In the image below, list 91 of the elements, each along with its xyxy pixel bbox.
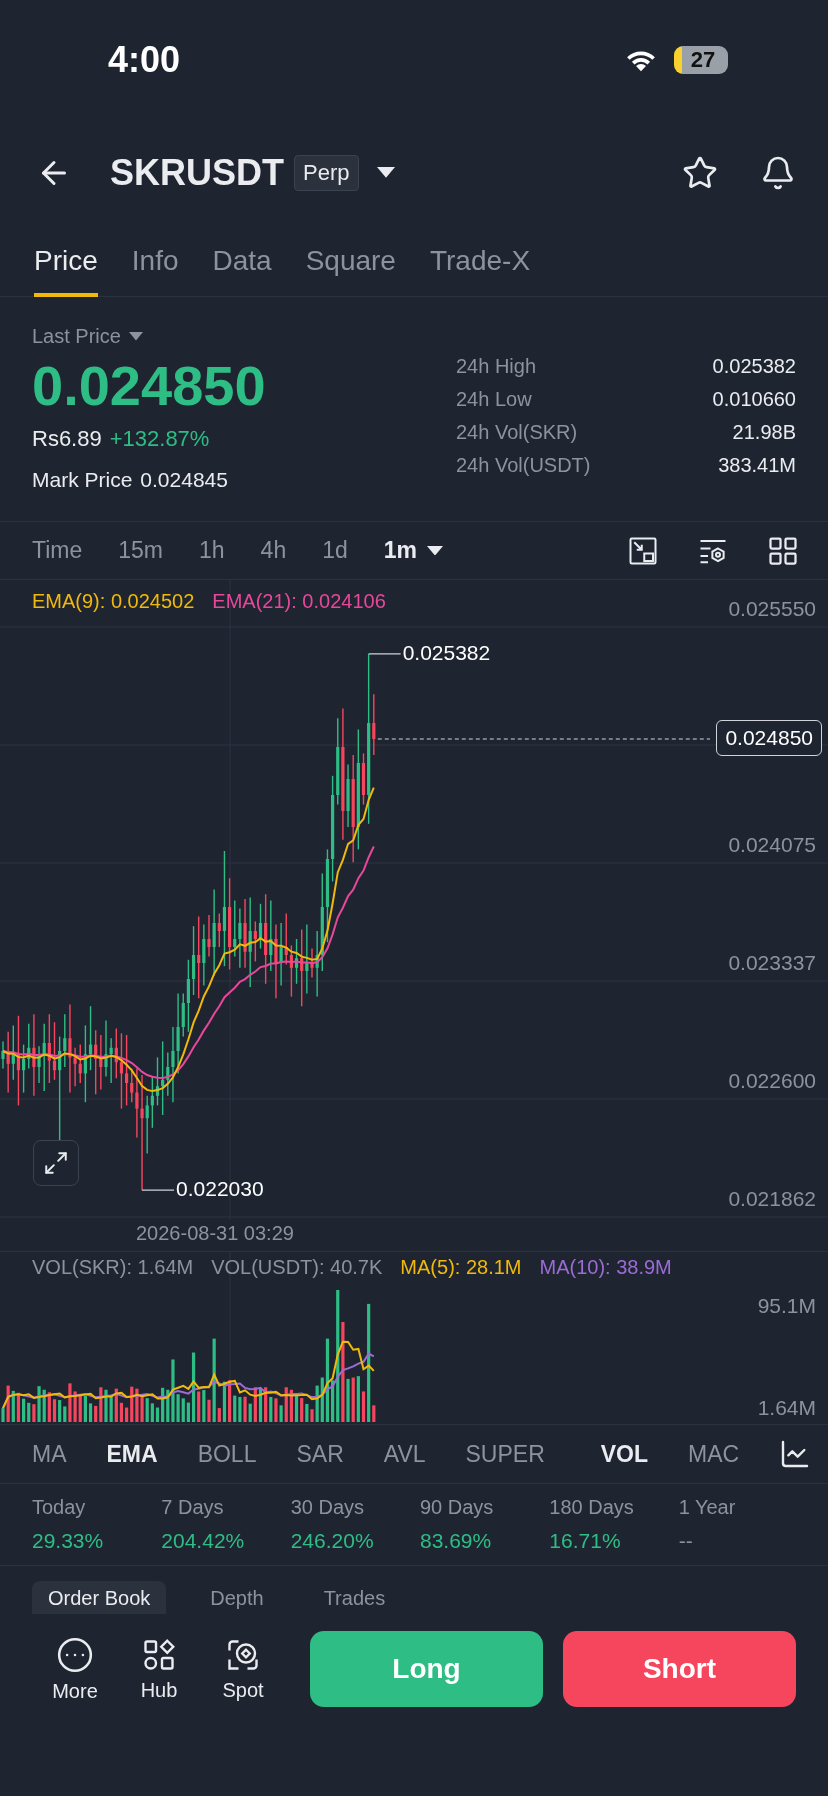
period-change: 83.69% <box>420 1529 493 1553</box>
last-price: 0.024850 <box>32 354 266 418</box>
low-price-label: 0.022030 <box>176 1177 264 1202</box>
indicator-tab[interactable]: EMA <box>106 1440 158 1468</box>
period-label: 7 Days <box>161 1496 225 1519</box>
bottom-action-button[interactable]: Hub <box>122 1636 196 1702</box>
period-label: 90 Days <box>420 1496 495 1519</box>
leader-line <box>368 653 402 655</box>
indicator-legend: EMA(21): 0.024106 <box>212 590 386 613</box>
volume-axis-label: 1.64M <box>757 1396 816 1420</box>
stat-label: 24h High <box>456 355 538 378</box>
caret-icon <box>376 167 395 178</box>
bell-icon <box>760 154 796 191</box>
volume-legend: MA(5): 28.1M <box>400 1256 522 1279</box>
battery-indicator: 27 <box>674 46 728 74</box>
bottom-action-button[interactable]: Spot <box>206 1636 280 1702</box>
indicator-tab[interactable]: VOL <box>600 1440 649 1468</box>
stat-label: 24h Vol(SKR) <box>456 421 579 444</box>
indicator-tab[interactable]: SAR <box>296 1440 344 1468</box>
status-time: 4:00 <box>108 39 181 81</box>
timeframe-tab[interactable]: 1h <box>199 537 225 564</box>
caret-icon <box>427 545 444 556</box>
stat-value: 383.41M <box>717 454 796 477</box>
high-price-label: 0.025382 <box>402 640 491 665</box>
indicator-tab[interactable]: AVL <box>383 1440 426 1468</box>
price-axis-label: 0.025550 <box>728 597 816 621</box>
period-label: 180 Days <box>549 1496 635 1519</box>
chart-tool-button[interactable] <box>628 535 658 566</box>
period-change: 29.33% <box>32 1529 105 1553</box>
timeframe-tab[interactable]: Time <box>32 537 83 564</box>
timeframe-tab[interactable]: 4h <box>260 537 287 564</box>
timeframe-tab[interactable]: 1d <box>322 537 348 564</box>
resize-icon <box>628 535 658 566</box>
stat-label: 24h Low <box>456 388 533 411</box>
indicator-tab[interactable]: MAC <box>688 1440 740 1468</box>
alert-button[interactable] <box>760 154 796 191</box>
symbol-dropdown-button[interactable] <box>376 167 395 178</box>
price-change: +132.87% <box>109 426 210 452</box>
indicator-tab[interactable]: BOLL <box>197 1440 257 1468</box>
mark-price-label: Mark Price <box>32 468 133 492</box>
period-change: 16.71% <box>549 1529 622 1553</box>
price-type-dropdown[interactable]: Last Price <box>32 325 266 348</box>
volume-legend: MA(10): 38.9M <box>539 1256 672 1279</box>
period-label: 30 Days <box>290 1496 366 1519</box>
book-tab[interactable]: Depth <box>194 1581 280 1614</box>
contract-badge: Perp <box>294 154 359 191</box>
stat-value: 0.010660 <box>711 388 796 411</box>
book-tab[interactable]: Order Book <box>32 1581 167 1614</box>
timeframe-tab[interactable]: 1m <box>383 537 444 564</box>
favorite-button[interactable] <box>682 154 718 191</box>
expand-icon <box>43 1150 69 1176</box>
leader-line <box>141 1189 175 1191</box>
short-button[interactable]: Short <box>563 1631 796 1707</box>
period-change: 246.20% <box>290 1529 375 1553</box>
more-icon <box>56 1635 94 1674</box>
book-tab[interactable]: Trades <box>307 1581 402 1614</box>
grid-icon <box>768 535 798 566</box>
crosshair-time-label: 2026-08-31 03:29 <box>136 1222 294 1245</box>
local-price: Rs6.89 <box>32 426 102 452</box>
period-change: 204.42% <box>161 1529 246 1553</box>
price-axis-label: 0.021862 <box>728 1187 816 1212</box>
volume-legend: VOL(USDT): 40.7K <box>211 1256 383 1279</box>
star-icon <box>682 154 718 191</box>
stat-label: 24h Vol(USDT) <box>456 454 592 477</box>
period-label: 1 Year <box>678 1496 737 1519</box>
mark-price-value: 0.024845 <box>140 468 228 492</box>
indicator-legend: EMA(9): 0.024502 <box>32 590 195 613</box>
bottom-action-button[interactable]: More <box>38 1635 112 1703</box>
price-axis-label: 0.024075 <box>728 833 816 857</box>
volume-axis-label: 95.1M <box>757 1294 816 1318</box>
stat-value: 0.025382 <box>711 355 796 378</box>
nav-tab[interactable]: Square <box>305 225 396 297</box>
symbol-title: SKRUSDT <box>110 151 284 194</box>
indicator-tab[interactable]: SUPER <box>465 1440 545 1468</box>
layout-grid-button[interactable] <box>768 535 798 566</box>
shapes-icon <box>141 1636 177 1673</box>
timeframe-tab[interactable]: 15m <box>118 537 163 564</box>
period-label: Today <box>32 1496 87 1519</box>
nav-tab[interactable]: Info <box>131 225 179 297</box>
caret-icon <box>128 332 143 341</box>
nav-tab[interactable]: Trade-X <box>429 225 531 297</box>
nav-tab[interactable]: Price <box>34 225 98 297</box>
fullscreen-button[interactable] <box>33 1140 79 1186</box>
current-price-tag: 0.024850 <box>716 720 822 756</box>
period-change: -- <box>678 1529 694 1553</box>
volume-legend: VOL(SKR): 1.64M <box>32 1256 194 1279</box>
nav-tab[interactable]: Data <box>212 225 272 297</box>
indicator-tab[interactable]: MA <box>32 1440 67 1468</box>
price-axis-label: 0.023337 <box>728 951 816 976</box>
stat-value: 21.98B <box>731 421 796 444</box>
price-axis-label: 0.022600 <box>728 1069 816 1093</box>
